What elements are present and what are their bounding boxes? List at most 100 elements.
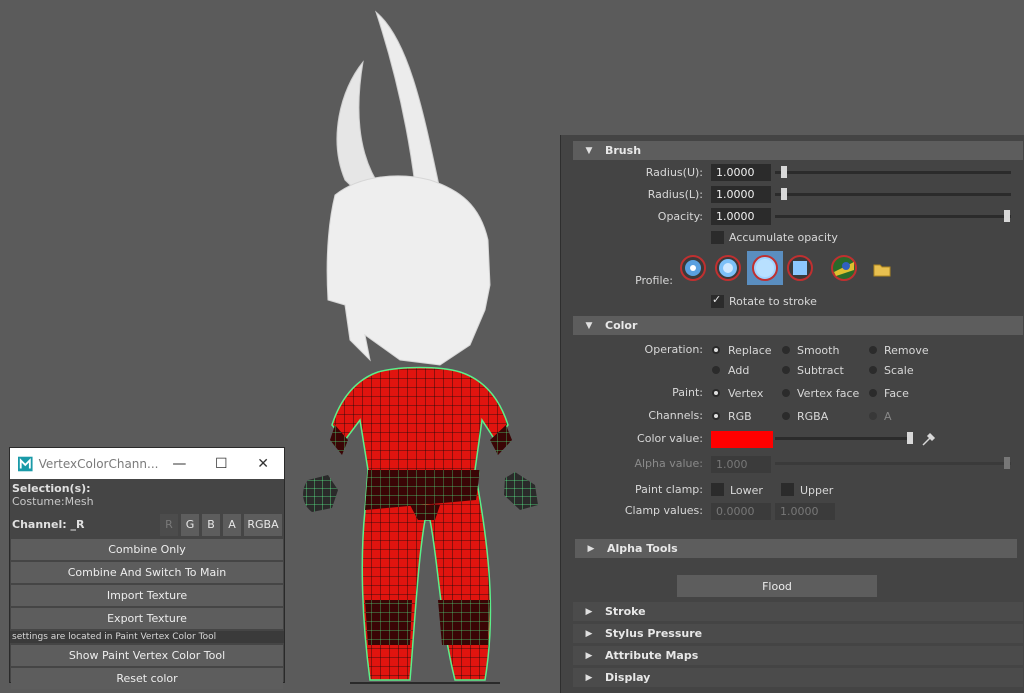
collapsed-triangle-icon: ▶ [585, 628, 593, 639]
op-subtract-radio[interactable] [782, 366, 790, 374]
alpha-value-field[interactable]: 1.000 [711, 456, 771, 473]
clamp-upper-label: Upper [800, 484, 834, 497]
op-replace-radio[interactable] [712, 346, 720, 354]
paint-vertex-face-radio[interactable] [782, 389, 790, 397]
accumulate-row: Accumulate opacity [573, 230, 1023, 250]
channel-rgba-radio[interactable] [782, 412, 790, 420]
close-icon[interactable]: ✕ [242, 448, 284, 479]
attribute-maps-header[interactable]: ▶ Attribute Maps [573, 646, 1023, 665]
combine-only-button[interactable]: Combine Only [11, 539, 283, 560]
flood-button[interactable]: Flood [677, 575, 877, 597]
channel-a-radio[interactable] [869, 412, 877, 420]
radius-u-slider[interactable] [775, 171, 1011, 174]
brush-header-label: Brush [605, 144, 642, 157]
channel-b-button[interactable]: B [202, 513, 220, 536]
operation-row: Operation: Replace Smooth Remove Add Sub… [573, 341, 1023, 381]
radius-l-field[interactable]: 1.0000 [711, 186, 771, 203]
clamp-values-row: Clamp values: 0.0000 1.0000 [573, 502, 1023, 522]
profile-square-icon[interactable] [786, 254, 814, 282]
radius-l-label: Radius(L): [647, 188, 703, 201]
paint-vertex-label: Vertex [728, 387, 764, 400]
opacity-field[interactable]: 1.0000 [711, 208, 771, 225]
selection-label: Selection(s): [12, 482, 91, 495]
paint-clamp-row: Paint clamp: Lower Upper [573, 481, 1023, 501]
clamp-lower-checkbox[interactable] [711, 483, 724, 496]
channel-rgb-radio[interactable] [712, 412, 720, 420]
display-header[interactable]: ▶ Display [573, 668, 1023, 687]
channel-r-button[interactable]: R [160, 513, 178, 536]
clamp-high-field[interactable]: 1.0000 [775, 503, 835, 520]
op-add-label: Add [728, 364, 750, 377]
window-title-bar[interactable]: VertexColorChann... — ☐ ✕ [10, 448, 284, 479]
settings-note: settings are located in Paint Vertex Col… [10, 631, 284, 643]
paint-vertex-face-label: Vertex face [797, 387, 860, 400]
combine-switch-button[interactable]: Combine And Switch To Main [11, 562, 283, 583]
alpha-value-label: Alpha value: [634, 457, 703, 470]
color-section-header[interactable]: ▼ Color [573, 316, 1023, 335]
minimize-icon[interactable]: — [158, 448, 200, 479]
op-scale-label: Scale [884, 364, 914, 377]
rotate-to-stroke-checkbox[interactable] [711, 293, 724, 308]
color-value-row: Color value: [573, 430, 1023, 450]
paint-clamp-label: Paint clamp: [635, 483, 703, 496]
alpha-tools-header[interactable]: ▶ Alpha Tools [575, 539, 1017, 558]
op-add-radio[interactable] [712, 366, 720, 374]
profile-image-icon[interactable] [830, 254, 858, 282]
radius-l-slider[interactable] [775, 193, 1011, 196]
collapsed-triangle-icon: ▶ [585, 650, 593, 661]
reset-color-button[interactable]: Reset color [11, 668, 283, 689]
paint-vertex-radio[interactable] [712, 389, 720, 397]
show-paint-tool-button[interactable]: Show Paint Vertex Color Tool [11, 645, 283, 666]
accumulate-opacity-checkbox[interactable] [711, 231, 724, 244]
selection-value: Costume:Mesh [12, 495, 94, 508]
radius-u-row: Radius(U): 1.0000 [573, 164, 1023, 184]
stylus-pressure-label: Stylus Pressure [605, 627, 703, 640]
folder-icon[interactable] [873, 263, 891, 277]
opacity-row: Opacity: 1.0000 [573, 208, 1023, 228]
channel-g-button[interactable]: G [181, 513, 199, 536]
channels-label: Channels: [648, 409, 703, 422]
clamp-lower-label: Lower [730, 484, 763, 497]
channel-a-button[interactable]: A [223, 513, 241, 536]
eyedropper-icon[interactable] [921, 431, 937, 447]
stroke-label: Stroke [605, 605, 646, 618]
brush-section-header[interactable]: ▼ Brush [573, 141, 1023, 160]
stroke-header[interactable]: ▶ Stroke [573, 602, 1023, 621]
stylus-pressure-header[interactable]: ▶ Stylus Pressure [573, 624, 1023, 643]
radius-l-slider-handle[interactable] [781, 188, 787, 200]
profile-gaussian-icon[interactable] [679, 254, 707, 282]
op-remove-radio[interactable] [869, 346, 877, 354]
alpha-value-slider[interactable] [775, 462, 1011, 465]
opacity-slider-handle[interactable] [1004, 210, 1010, 222]
ear-right [374, 10, 441, 202]
character-model[interactable] [290, 0, 560, 693]
profile-soft-round-icon[interactable] [751, 254, 779, 282]
channels-row: Channels: RGB RGBA A [573, 407, 1023, 427]
color-value-slider[interactable] [775, 437, 909, 440]
clamp-low-field[interactable]: 0.0000 [711, 503, 771, 520]
paint-face-radio[interactable] [869, 389, 877, 397]
clamp-upper-checkbox[interactable] [781, 483, 794, 496]
op-smooth-radio[interactable] [782, 346, 790, 354]
hand-right [504, 472, 538, 510]
color-value-swatch[interactable] [711, 431, 773, 448]
channel-rgba-button[interactable]: RGBA [244, 513, 282, 536]
alpha-value-slider-handle[interactable] [1004, 457, 1010, 469]
collapsed-triangle-icon: ▶ [585, 606, 593, 617]
opacity-label: Opacity: [657, 210, 703, 223]
export-texture-button[interactable]: Export Texture [11, 608, 283, 629]
op-replace-label: Replace [728, 344, 772, 357]
profile-soft-icon[interactable] [714, 254, 742, 282]
collapsed-triangle-icon: ▶ [585, 672, 593, 683]
radius-u-field[interactable]: 1.0000 [711, 164, 771, 181]
color-value-slider-handle[interactable] [907, 432, 913, 444]
opacity-slider[interactable] [775, 215, 1011, 218]
paint-face-label: Face [884, 387, 909, 400]
op-scale-radio[interactable] [869, 366, 877, 374]
operation-label: Operation: [644, 343, 703, 356]
radius-u-slider-handle[interactable] [781, 166, 787, 178]
maximize-icon[interactable]: ☐ [200, 448, 242, 479]
color-value-label: Color value: [637, 432, 703, 445]
import-texture-button[interactable]: Import Texture [11, 585, 283, 606]
vertex-color-channel-window: VertexColorChann... — ☐ ✕ Selection(s): … [9, 447, 285, 689]
